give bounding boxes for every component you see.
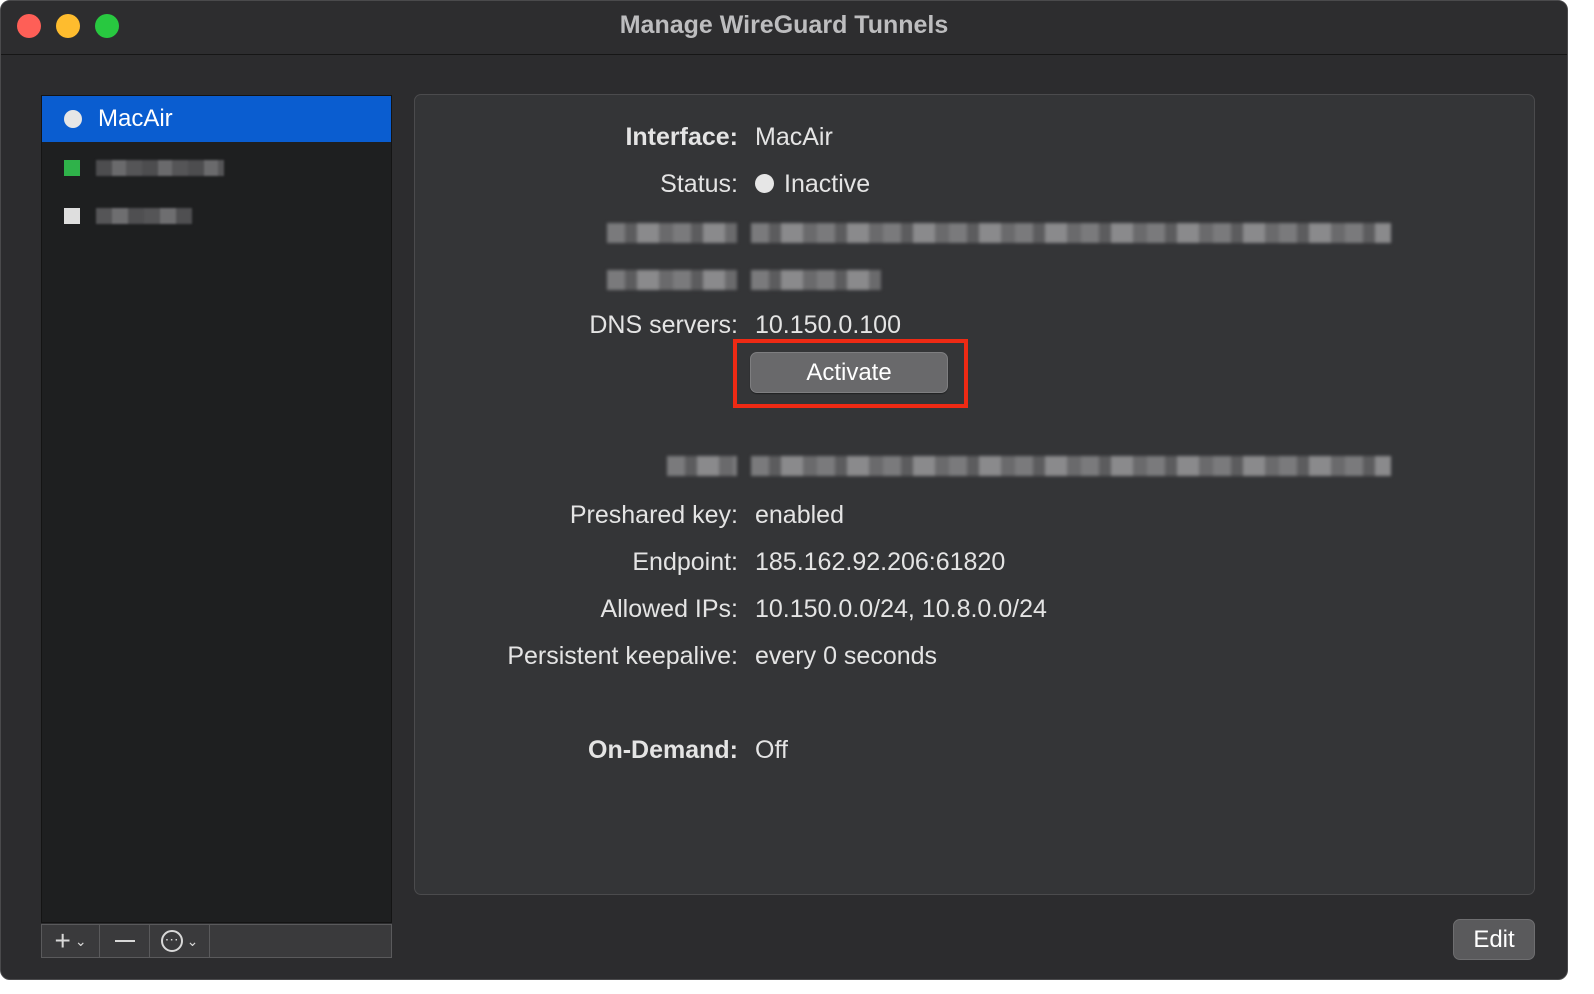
- allowed-ips-value: 10.150.0.0/24, 10.8.0.0/24: [755, 595, 1047, 623]
- chevron-down-icon: ⌄: [74, 932, 87, 949]
- on-demand-row: On-Demand: Off: [415, 736, 1534, 772]
- tunnel-row-redacted[interactable]: [42, 200, 391, 246]
- endpoint-row: Endpoint: 185.162.92.206:61820: [415, 548, 1534, 584]
- redacted-label: [607, 223, 737, 243]
- tunnel-row-selected[interactable]: MacAir: [42, 96, 391, 142]
- redacted-tunnel-name: [96, 208, 192, 224]
- chevron-down-icon: ⌄: [186, 932, 199, 949]
- edit-button[interactable]: Edit: [1453, 919, 1535, 960]
- redacted-row: [415, 264, 1534, 300]
- endpoint-value: 185.162.92.206:61820: [755, 548, 1006, 576]
- redacted-value: [751, 456, 1391, 476]
- inactive-status-dot-icon: [755, 174, 774, 193]
- allowed-ips-label: Allowed IPs:: [600, 595, 738, 623]
- redacted-row: [415, 217, 1534, 253]
- ellipsis-circle-icon: ⋯: [160, 930, 183, 952]
- add-tunnel-menu-button[interactable]: + ⌄: [42, 925, 100, 957]
- active-status-dot-icon: [64, 160, 80, 176]
- on-demand-value: Off: [755, 736, 788, 764]
- endpoint-label: Endpoint:: [632, 548, 738, 576]
- inactive-status-dot-icon: [64, 208, 80, 224]
- app-window: Manage WireGuard Tunnels MacAir + ⌄ ⋯ ⌄: [0, 0, 1568, 980]
- interface-value: MacAir: [755, 123, 833, 151]
- dns-row: DNS servers: 10.150.0.100: [415, 311, 1534, 347]
- preshared-key-label: Preshared key:: [569, 501, 738, 529]
- inactive-status-dot-icon: [64, 110, 82, 128]
- redacted-value: [751, 223, 1391, 243]
- dns-label: DNS servers:: [589, 311, 738, 339]
- persistent-keepalive-row: Persistent keepalive: every 0 seconds: [415, 642, 1534, 678]
- preshared-key-value: enabled: [755, 501, 844, 529]
- activate-button[interactable]: Activate: [750, 352, 948, 393]
- minus-icon: [114, 940, 135, 942]
- interface-row: Interface: MacAir: [415, 123, 1534, 159]
- redacted-peer-key-row: [415, 450, 1534, 486]
- status-label: Status:: [660, 170, 738, 198]
- preshared-key-row: Preshared key: enabled: [415, 501, 1534, 537]
- persistent-keepalive-value: every 0 seconds: [755, 642, 938, 670]
- status-value-container: Inactive: [755, 170, 870, 199]
- redacted-label: [607, 270, 737, 290]
- redacted-value: [751, 270, 881, 290]
- tunnel-name: MacAir: [98, 105, 173, 132]
- allowed-ips-row: Allowed IPs: 10.150.0.0/24, 10.8.0.0/24: [415, 595, 1534, 631]
- more-actions-menu-button[interactable]: ⋯ ⌄: [150, 925, 210, 957]
- persistent-keepalive-label: Persistent keepalive:: [507, 642, 738, 670]
- interface-label: Interface:: [625, 123, 738, 151]
- redacted-label: [667, 456, 737, 476]
- title-bar: Manage WireGuard Tunnels: [1, 1, 1567, 55]
- on-demand-label: On-Demand:: [588, 736, 738, 764]
- status-value: Inactive: [784, 170, 871, 198]
- plus-icon: +: [54, 925, 71, 956]
- tunnel-row-redacted[interactable]: [42, 152, 391, 198]
- redacted-tunnel-name: [96, 160, 224, 176]
- status-row: Status: Inactive: [415, 170, 1534, 206]
- window-title: Manage WireGuard Tunnels: [619, 11, 949, 39]
- remove-tunnel-button[interactable]: [100, 925, 150, 957]
- dns-value: 10.150.0.100: [755, 311, 901, 339]
- tunnel-list-toolbar: + ⌄ ⋯ ⌄: [41, 924, 392, 958]
- tunnel-details-panel: Interface: MacAir Status: Inactive DNS s…: [414, 94, 1535, 895]
- tunnel-list: MacAir: [41, 95, 392, 923]
